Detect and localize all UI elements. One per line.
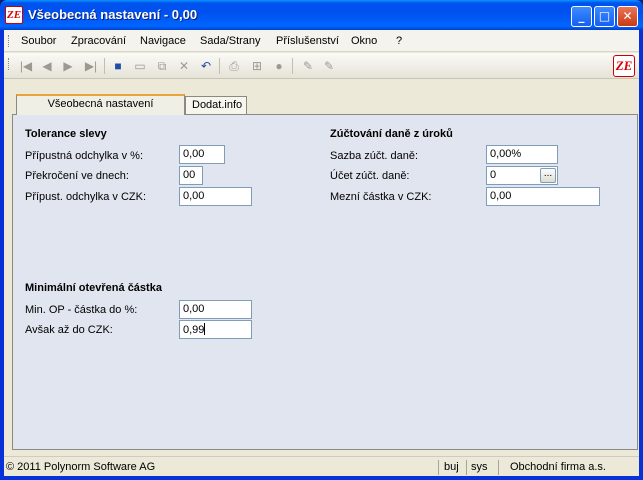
new-icon[interactable]: ▭ — [132, 58, 148, 74]
tolerance-czk-input[interactable]: 0,00 — [179, 187, 252, 206]
status-copyright: © 2011 Polynorm Software AG — [6, 461, 156, 473]
section-title-tax: Zúčtování daně z úroků — [330, 128, 453, 140]
copy-icon[interactable]: ⧉ — [154, 58, 170, 74]
window-title: Všeobecná nastavení - 0,00 — [28, 7, 198, 22]
section-title-tolerance: Tolerance slevy — [25, 128, 107, 140]
label-tolerance-czk: Přípust. odchylka v CZK: — [25, 191, 147, 203]
text-caret — [204, 323, 206, 335]
menu-help[interactable]: ? — [396, 35, 402, 47]
menu-sada-strany[interactable]: Sada/Strany — [200, 35, 261, 47]
app-window: ZE Všeobecná nastavení - 0,00 _ □ ✕ Soub… — [0, 0, 643, 480]
last-record-icon[interactable]: ▶| — [83, 58, 99, 74]
status-mode: buj — [444, 461, 459, 473]
maximize-button[interactable]: □ — [594, 6, 615, 27]
close-button[interactable]: ✕ — [617, 6, 638, 27]
section-title-min-open: Minimální otevřená částka — [25, 282, 162, 294]
next-record-icon[interactable]: ▶ — [60, 58, 76, 74]
settings-panel: Tolerance slevy Přípustná odchylka v %: … — [12, 114, 638, 450]
label-tolerance-percent: Přípustná odchylka v %: — [25, 150, 144, 162]
min-op-percent-input[interactable]: 0,00 — [179, 300, 252, 319]
label-min-op-czk: Avšak až do CZK: — [25, 324, 113, 336]
menu-prislusenstvi[interactable]: Příslušenství — [276, 35, 339, 47]
window-client-area: Soubor Zpracování Navigace Sada/Strany P… — [4, 30, 639, 476]
status-user: sys — [471, 461, 488, 473]
app-logo-icon: ZE — [613, 55, 635, 77]
edit-icon[interactable]: ✎ — [300, 58, 316, 74]
prev-record-icon[interactable]: ◀ — [39, 58, 55, 74]
menu-soubor[interactable]: Soubor — [21, 35, 56, 47]
save-icon[interactable]: ■ — [110, 58, 126, 74]
tax-account-lookup-button[interactable]: ... — [540, 168, 556, 183]
first-record-icon[interactable]: |◀ — [18, 58, 34, 74]
menu-okno[interactable]: Okno — [351, 35, 377, 47]
status-bar: © 2011 Polynorm Software AG buj sys Obch… — [4, 456, 639, 476]
menu-navigace[interactable]: Navigace — [140, 35, 186, 47]
delete-icon[interactable]: ✕ — [176, 58, 192, 74]
menu-bar: Soubor Zpracování Navigace Sada/Strany P… — [4, 30, 639, 52]
tab-vseobecna-nastaveni[interactable]: Všeobecná nastavení — [16, 94, 185, 115]
label-tax-account: Účet zúčt. daně: — [330, 170, 410, 182]
label-tolerance-days: Překročení ve dnech: — [25, 170, 129, 182]
min-op-czk-value: 0,99 — [183, 324, 205, 336]
label-tax-rate: Sazba zúčt. daně: — [330, 150, 419, 162]
status-company: Obchodní firma a.s. — [510, 461, 606, 473]
minimize-button[interactable]: _ — [571, 6, 592, 27]
tolerance-days-input[interactable]: 00 — [179, 166, 203, 185]
title-bar[interactable]: ZE Všeobecná nastavení - 0,00 _ □ ✕ — [0, 0, 643, 30]
label-min-op-percent: Min. OP - částka do %: — [25, 304, 138, 316]
tax-limit-input[interactable]: 0,00 — [486, 187, 600, 206]
tax-account-value: 0 — [490, 169, 497, 181]
edit-alt-icon[interactable]: ✎ — [321, 58, 337, 74]
tolerance-percent-input[interactable]: 0,00 — [179, 145, 225, 164]
menu-grip-icon[interactable] — [8, 35, 11, 47]
min-op-czk-input[interactable]: 0,99 — [179, 320, 252, 339]
print-icon[interactable]: ⎙ — [226, 58, 242, 74]
tree-icon[interactable]: ⊞ — [249, 58, 265, 74]
tab-dodat-info[interactable]: Dodat.info — [185, 96, 247, 114]
tax-rate-input[interactable]: 0,00% — [486, 145, 558, 164]
toolbar: |◀ ◀ ▶ ▶| ■ ▭ ⧉ ✕ ↶ ⎙ ⊞ ● ✎ ✎ ZE — [4, 53, 639, 79]
app-logo-icon[interactable]: ZE — [5, 6, 23, 24]
menu-zpracovani[interactable]: Zpracování — [71, 35, 126, 47]
toolbar-grip-icon[interactable] — [8, 58, 11, 70]
label-tax-limit: Mezní částka v CZK: — [330, 191, 432, 203]
filter-icon[interactable]: ● — [271, 58, 287, 74]
undo-icon[interactable]: ↶ — [198, 58, 214, 74]
